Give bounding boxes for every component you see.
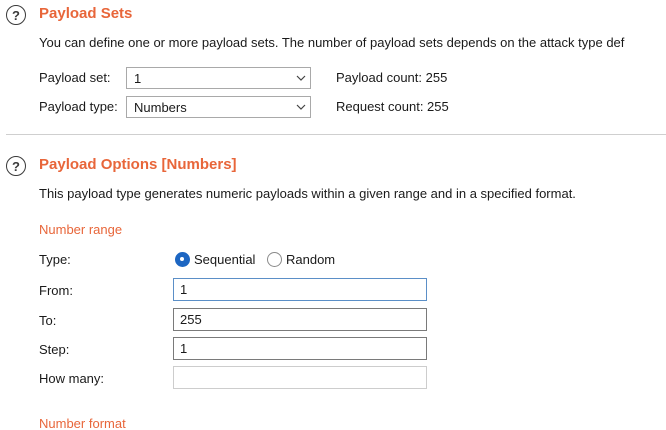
payload-sets-help-icon[interactable]: ? xyxy=(6,5,26,25)
from-label: From: xyxy=(39,283,73,298)
payload-options-description: This payload type generates numeric payl… xyxy=(39,186,576,201)
how-many-field xyxy=(173,366,427,389)
to-label: To: xyxy=(39,313,57,328)
step-field[interactable]: 1 xyxy=(173,337,427,360)
payload-type-select[interactable]: Numbers xyxy=(126,96,311,118)
sequential-radio-label[interactable]: Sequential xyxy=(194,252,255,267)
payload-sets-description: You can define one or more payload sets.… xyxy=(39,35,625,50)
payload-set-label: Payload set: xyxy=(39,70,111,85)
payload-set-value: 1 xyxy=(134,70,142,86)
request-count: Request count: 255 xyxy=(336,99,449,114)
payload-sets-title: Payload Sets xyxy=(39,5,133,22)
from-field[interactable]: 1 xyxy=(173,278,427,301)
random-radio-label[interactable]: Random xyxy=(286,252,335,267)
payload-options-title: Payload Options [Numbers] xyxy=(39,156,237,173)
payload-set-select[interactable]: 1 xyxy=(126,67,311,89)
sequential-radio[interactable] xyxy=(175,252,190,267)
section-divider xyxy=(6,134,666,135)
to-field[interactable]: 255 xyxy=(173,308,427,331)
number-format-title: Number format xyxy=(39,416,126,430)
type-label: Type: xyxy=(39,252,71,267)
number-range-title: Number range xyxy=(39,222,123,237)
how-many-label: How many: xyxy=(39,371,105,386)
payload-type-label: Payload type: xyxy=(39,99,118,114)
random-radio[interactable] xyxy=(267,252,282,267)
chevron-down-icon xyxy=(292,68,310,88)
payload-type-value: Numbers xyxy=(134,99,187,115)
payload-count: Payload count: 255 xyxy=(336,70,448,85)
chevron-down-icon xyxy=(292,97,310,117)
step-label: Step: xyxy=(39,342,70,357)
payload-options-help-icon[interactable]: ? xyxy=(6,156,26,176)
